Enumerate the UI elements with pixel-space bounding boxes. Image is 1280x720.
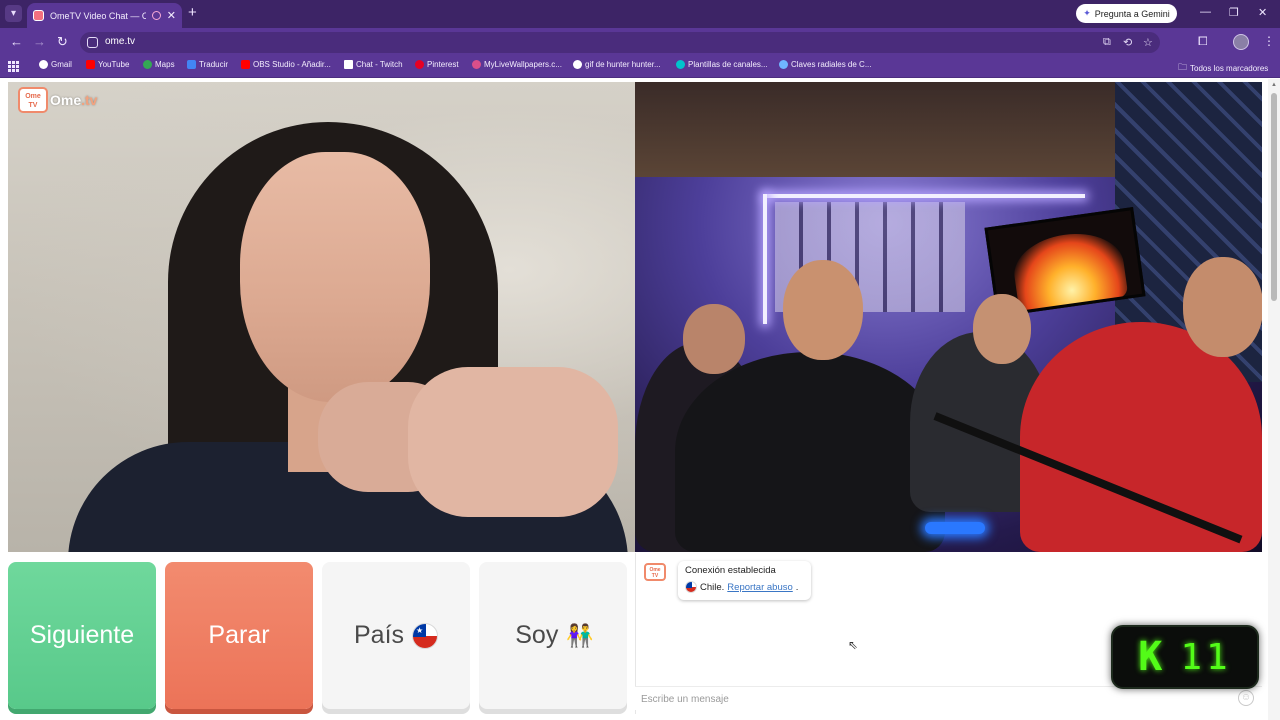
scroll-up-icon[interactable]: ▲ — [1271, 82, 1277, 88]
browser-tab-ometv[interactable]: OmeTV Video Chat — Ome ✕ — [27, 3, 182, 28]
couple-icon: 👫 — [566, 622, 593, 648]
ometv-favicon-icon — [33, 10, 44, 21]
remote-video — [635, 82, 1262, 552]
bookmark-star-icon[interactable]: ☆ — [1143, 36, 1153, 49]
bookmark-label: Chat - Twitch — [356, 60, 403, 69]
maps-icon — [143, 60, 152, 69]
chat-input-bar: ☺ — [635, 686, 1262, 710]
profile-avatar[interactable] — [1233, 34, 1249, 50]
install-app-icon[interactable]: ⧉ — [1103, 36, 1111, 49]
apps-grid-icon[interactable] — [8, 61, 19, 72]
back-button[interactable]: ← — [10, 34, 23, 49]
browser-tab-strip: ▾ OmeTV Video Chat — Ome ✕ + ✦ Pregunta … — [0, 0, 1280, 28]
bookmarks-bar: Gmail YouTube Maps Traducir OBS Studio -… — [0, 56, 1280, 78]
bookmark-traducir[interactable]: Traducir — [187, 60, 228, 69]
bookmark-label: Traducir — [199, 60, 229, 69]
bookmark-maps[interactable]: Maps — [143, 60, 175, 69]
folder-icon: 🗀 — [1178, 62, 1188, 72]
chile-flag-icon — [412, 622, 439, 649]
bookmark-youtube[interactable]: YouTube — [86, 60, 129, 69]
emoji-icon[interactable]: ☺ — [1238, 690, 1254, 706]
connection-status: Conexión establecida — [685, 565, 776, 576]
bookmark-label: gif de hunter hunter... — [585, 60, 661, 69]
bookmark-gif-hunter[interactable]: gif de hunter hunter... — [573, 60, 661, 69]
bookmark-plantillas[interactable]: Plantillas de canales... — [676, 60, 768, 69]
local-video — [8, 82, 635, 552]
gemini-button[interactable]: ✦ Pregunta a Gemini — [1076, 4, 1177, 23]
message-input[interactable] — [641, 691, 1221, 708]
stop-label: Parar — [208, 621, 270, 649]
bookmark-label: MyLiveWallpapers.c... — [484, 60, 562, 69]
reload-button[interactable]: ↻ — [57, 34, 68, 49]
sparkle-icon: ✦ — [1083, 8, 1091, 18]
system-message: Conexión establecida Chile. Reportar abu… — [678, 561, 811, 600]
partner-country: Chile. — [700, 581, 725, 593]
twitch-icon — [344, 60, 353, 69]
bookmark-label: Claves radiales de C... — [791, 60, 872, 69]
ometv-logo[interactable]: Ome TV Ome.tv — [18, 87, 97, 113]
scrollbar-thumb[interactable] — [1271, 93, 1277, 301]
extensions-icon[interactable]: ⧠ — [1198, 34, 1208, 49]
kick-logo-icon: K — [1138, 634, 1163, 680]
report-suffix: . — [795, 581, 799, 593]
wallpaper-icon — [472, 60, 481, 69]
country-filter-button[interactable]: País — [322, 562, 470, 709]
all-bookmarks-label: Todos los marcadores — [1190, 63, 1269, 73]
tab-search-button[interactable]: ▾ — [5, 5, 22, 22]
mouse-cursor-icon: ⇖ — [848, 638, 859, 652]
viewer-count: 11 — [1180, 636, 1232, 678]
minimize-button[interactable]: — — [1200, 6, 1211, 18]
gender-select-button[interactable]: Soy 👫 — [479, 562, 627, 709]
ometv-logo-icon: Ome TV — [18, 87, 48, 113]
browser-toolbar: ← → ↻ ome.tv ⟲ ☆ ⧉ ⧠ ⋮ — [0, 28, 1280, 56]
bookmark-claves-radiales[interactable]: Claves radiales de C... — [779, 60, 871, 69]
kick-viewer-counter: K 11 — [1111, 625, 1259, 689]
recording-indicator-icon — [151, 11, 161, 20]
translate-icon[interactable]: ⟲ — [1123, 36, 1132, 49]
youtube-icon — [86, 60, 95, 69]
tab-close-icon[interactable]: ✕ — [167, 9, 176, 22]
page-scrollbar[interactable]: ▲ — [1268, 79, 1280, 720]
bookmark-pinterest[interactable]: Pinterest — [415, 60, 459, 69]
next-button[interactable]: Siguiente — [8, 562, 156, 709]
forward-button[interactable]: → — [33, 34, 46, 49]
site-icon — [779, 60, 788, 69]
tab-title: OmeTV Video Chat — Ome — [50, 10, 146, 21]
url-text[interactable]: ome.tv — [105, 36, 135, 47]
next-label: Siguiente — [29, 621, 135, 649]
pinterest-icon — [415, 60, 424, 69]
ometv-chat-logo-icon: Ome TV — [644, 563, 666, 581]
site-info-icon[interactable] — [87, 37, 98, 48]
country-label: País — [353, 621, 405, 649]
bookmark-label: Maps — [155, 60, 175, 69]
all-bookmarks-folder[interactable]: 🗀 Todos los marcadores — [1178, 60, 1268, 76]
canva-icon — [676, 60, 685, 69]
bookmark-label: OBS Studio - Añadir... — [253, 60, 331, 69]
bookmark-label: YouTube — [98, 60, 130, 69]
google-icon — [39, 60, 48, 69]
bookmark-gmail[interactable]: Gmail — [39, 60, 72, 69]
bookmark-label: Plantillas de canales... — [688, 60, 768, 69]
stop-button[interactable]: Parar — [165, 562, 313, 709]
new-tab-button[interactable]: + — [188, 5, 197, 21]
close-window-button[interactable]: ✕ — [1258, 6, 1267, 19]
translate-icon — [187, 60, 196, 69]
bookmark-label: Gmail — [51, 60, 72, 69]
restore-button[interactable]: ❐ — [1229, 6, 1239, 19]
logo-name: Ome — [50, 92, 82, 108]
google-icon — [573, 60, 582, 69]
menu-kebab-icon[interactable]: ⋮ — [1263, 34, 1275, 48]
logo-tld: .tv — [81, 92, 98, 108]
bookmark-mylivewallpapers[interactable]: MyLiveWallpapers.c... — [472, 60, 562, 69]
bookmark-twitch[interactable]: Chat - Twitch — [344, 60, 403, 69]
gemini-label: Pregunta a Gemini — [1094, 8, 1170, 19]
address-bar[interactable]: ome.tv ⟲ ☆ ⧉ — [80, 32, 1160, 53]
bookmark-label: Pinterest — [427, 60, 459, 69]
youtube-icon — [241, 60, 250, 69]
gender-label: Soy — [515, 621, 559, 649]
bookmark-obs[interactable]: OBS Studio - Añadir... — [241, 60, 331, 69]
report-abuse-link[interactable]: Reportar abuso — [727, 582, 792, 593]
chile-flag-icon — [685, 581, 697, 593]
